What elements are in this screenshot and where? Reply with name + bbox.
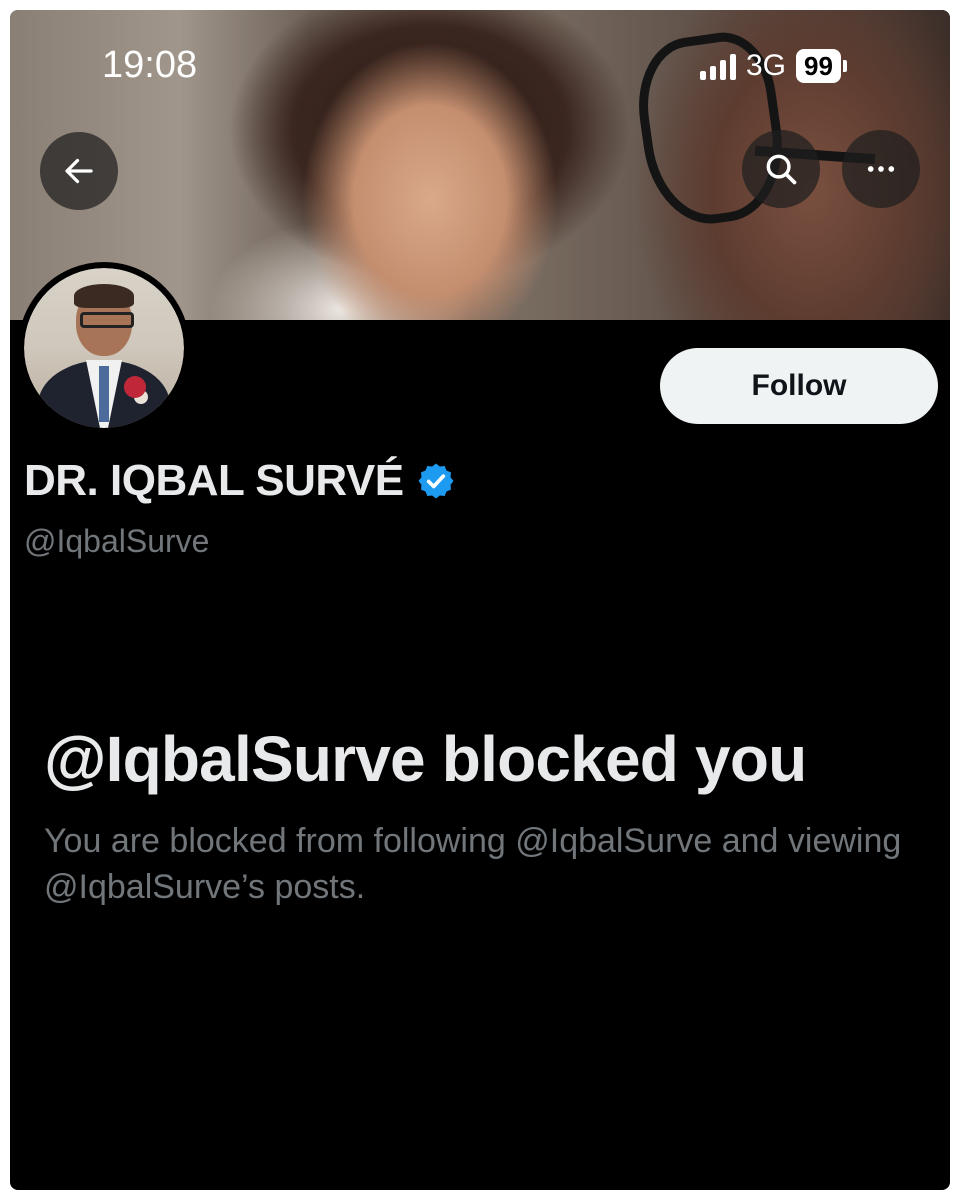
follow-button[interactable]: Follow <box>660 348 938 424</box>
search-icon <box>766 154 797 185</box>
status-indicators: 3G 99 <box>700 44 847 88</box>
network-type: 3G <box>746 49 787 82</box>
blocked-heading: @IqbalSurve blocked you <box>44 723 807 795</box>
status-time: 19:08 <box>102 44 198 86</box>
back-button[interactable] <box>40 132 118 210</box>
verified-badge-icon[interactable] <box>416 461 456 501</box>
display-name: DR. IQBAL SURVÉ <box>24 456 404 505</box>
profile-handle: @IqbalSurve <box>24 523 210 559</box>
battery-level: 99 <box>796 49 841 83</box>
more-horizontal-icon <box>867 166 895 172</box>
profile-avatar[interactable] <box>18 262 190 434</box>
profile-screen: 19:08 3G 99 Follow DR. IQBAL SURVÉ @Iqba… <box>10 10 950 1190</box>
search-button[interactable] <box>742 130 820 208</box>
display-name-row: DR. IQBAL SURVÉ <box>24 456 456 506</box>
blocked-description: You are blocked from following @IqbalSur… <box>44 822 902 906</box>
signal-icon <box>700 52 736 80</box>
battery-icon: 99 <box>796 49 847 83</box>
arrow-left-icon <box>65 158 93 184</box>
avatar-photo <box>24 268 184 428</box>
more-options-button[interactable] <box>842 130 920 208</box>
